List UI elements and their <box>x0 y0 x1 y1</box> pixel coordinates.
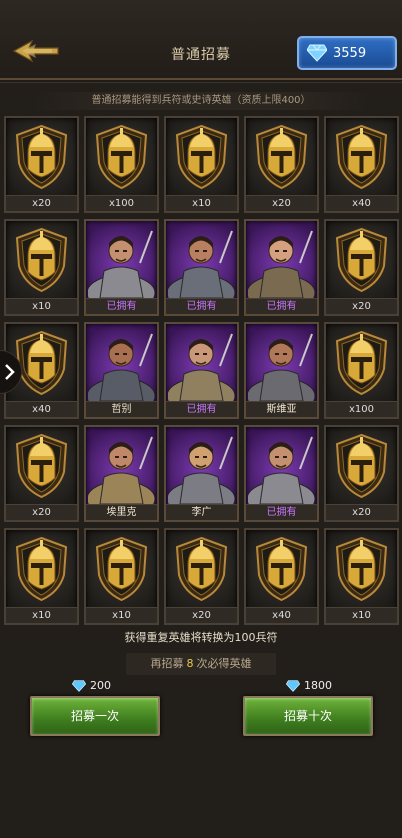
helmet-token-icon <box>15 330 68 396</box>
token-quantity: x20 <box>166 607 237 623</box>
token-quantity: x10 <box>166 195 237 211</box>
recruit-one-button[interactable]: 招募一次 <box>30 696 160 736</box>
token-card[interactable]: x20 <box>244 116 319 213</box>
token-quantity: x100 <box>326 401 397 417</box>
hero-card[interactable]: 已拥有 <box>164 219 239 316</box>
token-card[interactable]: x100 <box>324 322 399 419</box>
hero-card[interactable]: 已拥有 <box>84 219 159 316</box>
gem-balance[interactable]: 3559 <box>297 36 397 70</box>
hero-name: 斯维亚 <box>246 401 317 417</box>
token-quantity: x10 <box>86 607 157 623</box>
helmet-token-icon <box>15 124 68 190</box>
hero-card[interactable]: 已拥有 <box>164 322 239 419</box>
hero-portrait <box>166 326 236 415</box>
helmet-token-icon <box>335 536 388 602</box>
hero-portrait <box>246 326 316 415</box>
duplicate-hero-info: 获得重复英雄将转换为100兵符 <box>124 631 278 644</box>
token-card[interactable]: x20 <box>324 219 399 316</box>
owned-badge: 已拥有 <box>246 504 317 520</box>
hero-portrait <box>86 223 156 312</box>
hero-card[interactable]: 斯维亚 <box>244 322 319 419</box>
token-quantity: x20 <box>6 504 77 520</box>
helmet-token-icon <box>255 536 308 602</box>
token-quantity: x40 <box>246 607 317 623</box>
token-card[interactable]: x100 <box>84 116 159 213</box>
guarantee-count: 8 <box>186 657 194 670</box>
helmet-token-icon <box>175 536 228 602</box>
helmet-token-icon <box>335 433 388 499</box>
diamond-icon <box>286 679 300 692</box>
token-card[interactable]: x20 <box>324 425 399 522</box>
guarantee-suffix: 次必得英雄 <box>196 657 252 670</box>
recruit-ten-cost: 1800 <box>286 679 332 692</box>
token-quantity: x10 <box>326 607 397 623</box>
hero-portrait <box>166 223 236 312</box>
token-card[interactable]: x10 <box>4 528 79 625</box>
hero-name: 埃里克 <box>86 504 157 520</box>
hero-portrait <box>86 326 156 415</box>
token-quantity: x20 <box>326 504 397 520</box>
token-card[interactable]: x20 <box>164 528 239 625</box>
guarantee-counter: 再招募 8 次必得英雄 <box>126 653 276 675</box>
hero-name: 李广 <box>166 504 237 520</box>
hero-card[interactable]: 哲别 <box>84 322 159 419</box>
hero-portrait <box>246 223 316 312</box>
token-card[interactable]: x10 <box>4 219 79 316</box>
owned-badge: 已拥有 <box>86 298 157 314</box>
token-quantity: x10 <box>6 607 77 623</box>
helmet-token-icon <box>335 124 388 190</box>
helmet-token-icon <box>335 330 388 396</box>
chevron-right-icon <box>5 364 15 380</box>
helmet-token-icon <box>15 433 68 499</box>
token-quantity: x40 <box>326 195 397 211</box>
gem-count: 3559 <box>333 45 367 61</box>
recruit-one-cost-value: 200 <box>90 679 111 692</box>
hero-portrait <box>86 429 156 518</box>
token-card[interactable]: x10 <box>164 116 239 213</box>
helmet-token-icon <box>175 124 228 190</box>
top-bar: 普通招募 3559 <box>0 0 402 80</box>
helmet-token-icon <box>95 124 148 190</box>
token-card[interactable]: x20 <box>4 425 79 522</box>
owned-badge: 已拥有 <box>246 298 317 314</box>
hero-card[interactable]: 埃里克 <box>84 425 159 522</box>
token-quantity: x10 <box>6 298 77 314</box>
hero-portrait <box>166 429 236 518</box>
owned-badge: 已拥有 <box>166 401 237 417</box>
hero-card[interactable]: 已拥有 <box>244 219 319 316</box>
hero-card[interactable]: 李广 <box>164 425 239 522</box>
diamond-icon <box>307 44 327 62</box>
recruit-ten-button[interactable]: 招募十次 <box>243 696 373 736</box>
guarantee-prefix: 再招募 <box>150 657 184 670</box>
hero-card[interactable]: 已拥有 <box>244 425 319 522</box>
helmet-token-icon <box>15 536 68 602</box>
helmet-token-icon <box>15 227 68 293</box>
hero-name: 哲别 <box>86 401 157 417</box>
recruit-description: 普通招募能得到兵符或史诗英雄（资质上限400） <box>32 92 370 110</box>
token-card[interactable]: x10 <box>324 528 399 625</box>
token-quantity: x20 <box>246 195 317 211</box>
helmet-token-icon <box>255 124 308 190</box>
token-quantity: x100 <box>86 195 157 211</box>
token-quantity: x20 <box>326 298 397 314</box>
token-card[interactable]: x10 <box>84 528 159 625</box>
helmet-token-icon <box>95 536 148 602</box>
recruit-one-cost: 200 <box>72 679 111 692</box>
owned-badge: 已拥有 <box>166 298 237 314</box>
diamond-icon <box>72 679 86 692</box>
reward-grid: x20 x100 x10 x20 x40 x10 已拥有 已拥有 已拥有 x20… <box>4 116 399 625</box>
token-card[interactable]: x20 <box>4 116 79 213</box>
token-card[interactable]: x40 <box>324 116 399 213</box>
hero-portrait <box>246 429 316 518</box>
token-quantity: x20 <box>6 195 77 211</box>
helmet-token-icon <box>335 227 388 293</box>
token-card[interactable]: x40 <box>244 528 319 625</box>
token-quantity: x40 <box>6 401 77 417</box>
recruit-ten-cost-value: 1800 <box>304 679 332 692</box>
